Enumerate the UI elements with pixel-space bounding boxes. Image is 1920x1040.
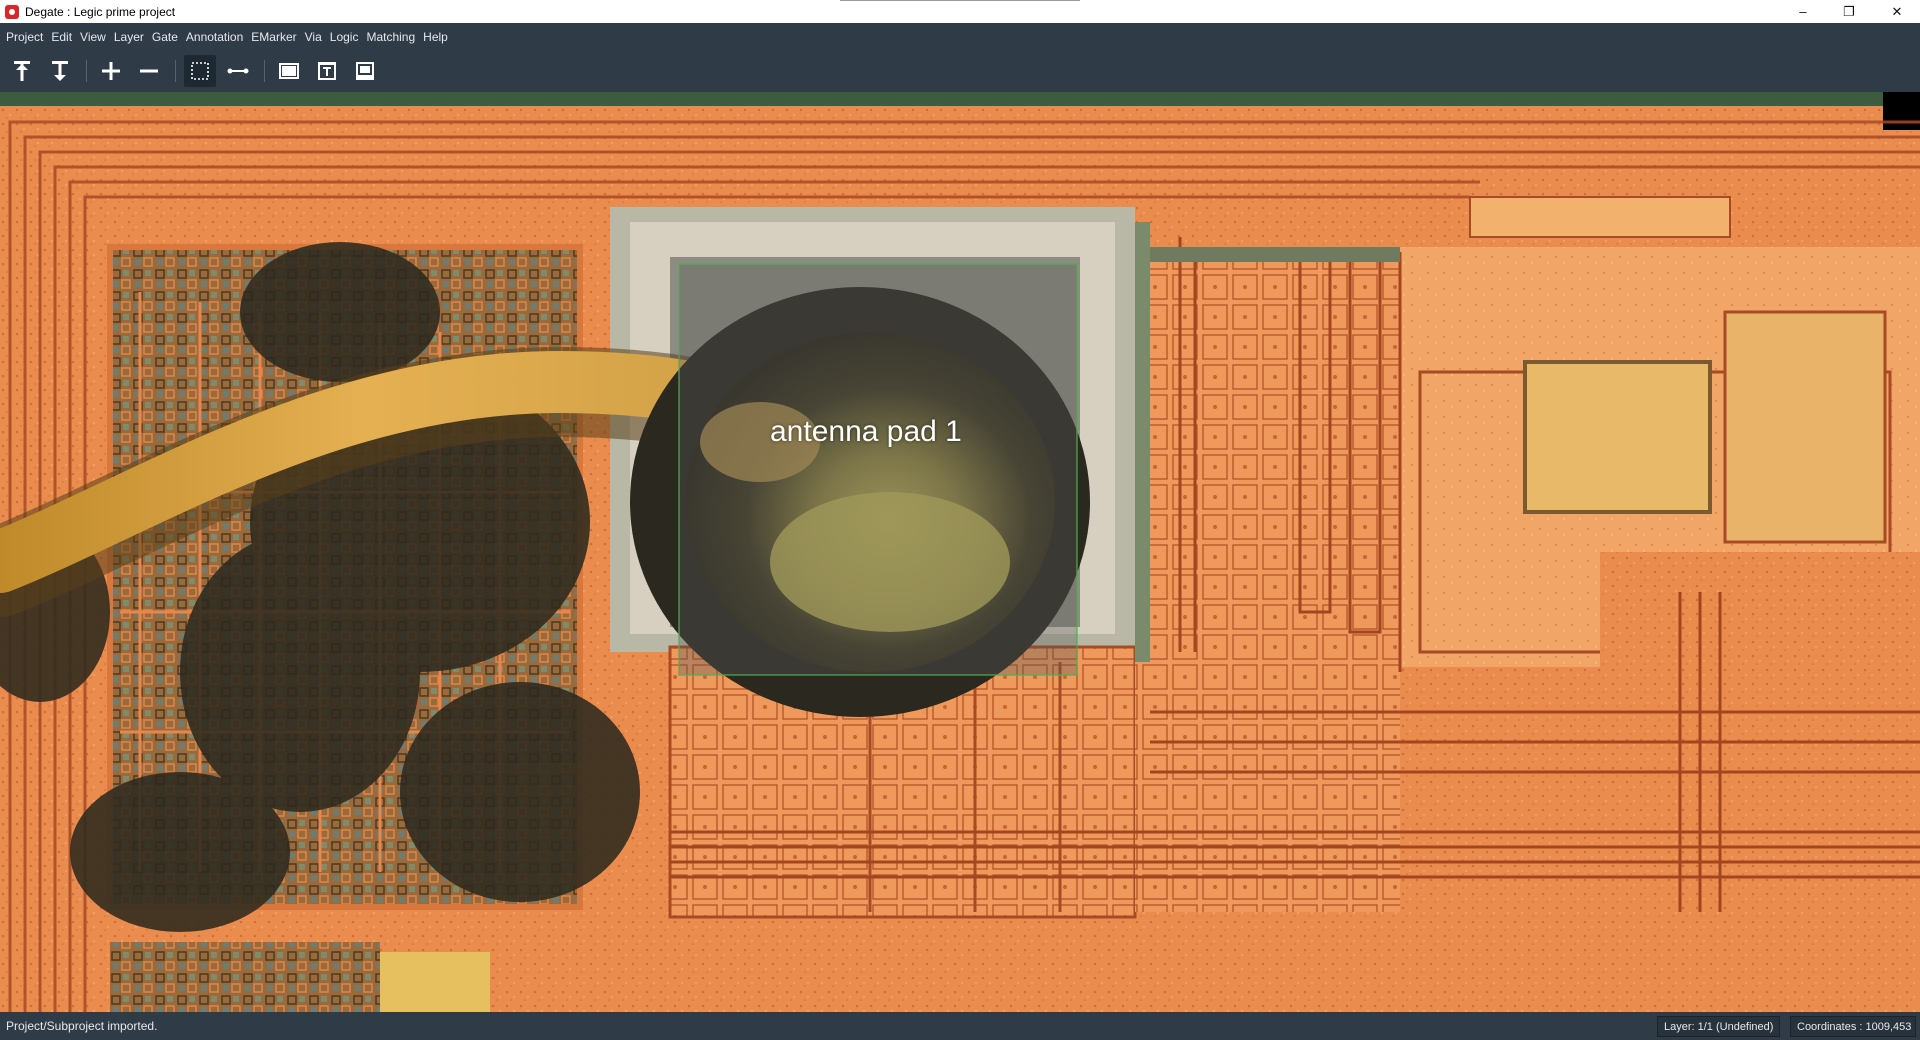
die-image-canvas[interactable]: antenna pad 1 bbox=[0, 92, 1920, 1012]
menu-help[interactable]: Help bbox=[423, 30, 448, 44]
zoom-out-button[interactable] bbox=[133, 55, 165, 87]
window-title: Degate : Legic prime project bbox=[25, 4, 176, 19]
layer-down-icon bbox=[52, 61, 68, 81]
coordinates-readout: Coordinates : 1009,453 bbox=[1790, 1016, 1916, 1037]
menu-annotation[interactable]: Annotation bbox=[186, 30, 243, 44]
annotation-label: antenna pad 1 bbox=[770, 415, 962, 448]
wire-tool-button[interactable] bbox=[222, 55, 254, 87]
menu-edit[interactable]: Edit bbox=[51, 30, 72, 44]
close-button[interactable]: ✕ bbox=[1874, 0, 1920, 23]
toolbar bbox=[0, 50, 1920, 92]
wire-tool-icon bbox=[227, 68, 249, 74]
area-select-icon bbox=[191, 62, 209, 80]
layer-down-button[interactable] bbox=[44, 55, 76, 87]
zoom-in-icon bbox=[102, 62, 120, 80]
layer-up-icon bbox=[14, 61, 30, 81]
minimize-button[interactable]: – bbox=[1780, 0, 1826, 23]
restore-button[interactable]: ❐ bbox=[1826, 0, 1872, 23]
menu-matching[interactable]: Matching bbox=[366, 30, 415, 44]
menu-bar: Project Edit View Layer Gate Annotation … bbox=[0, 23, 1920, 50]
workspace-button[interactable] bbox=[273, 55, 305, 87]
area-select-button[interactable] bbox=[184, 55, 216, 87]
title-bar: Degate : Legic prime project – ❐ ✕ bbox=[0, 0, 1920, 23]
menu-via[interactable]: Via bbox=[305, 30, 322, 44]
zoom-in-button[interactable] bbox=[95, 55, 127, 87]
toolbar-separator bbox=[264, 60, 265, 82]
degate-app-icon bbox=[5, 4, 19, 19]
workspace-icon bbox=[279, 63, 299, 79]
status-message: Project/Subproject imported. bbox=[6, 1019, 158, 1033]
gate-template-button[interactable] bbox=[311, 55, 343, 87]
menu-project[interactable]: Project bbox=[6, 30, 43, 44]
title-drag-indicator bbox=[840, 0, 1080, 1]
toolbar-separator bbox=[86, 60, 87, 82]
die-image bbox=[0, 92, 1920, 1012]
menu-layer[interactable]: Layer bbox=[114, 30, 144, 44]
toolbar-separator bbox=[175, 60, 176, 82]
gate-template-icon bbox=[318, 62, 336, 80]
menu-emarker[interactable]: EMarker bbox=[251, 30, 296, 44]
gate-library-icon bbox=[356, 62, 374, 80]
menu-view[interactable]: View bbox=[80, 30, 106, 44]
layer-indicator: Layer: 1/1 (Undefined) bbox=[1657, 1016, 1780, 1037]
layer-up-button[interactable] bbox=[6, 55, 38, 87]
gate-library-button[interactable] bbox=[349, 55, 381, 87]
annotation-region[interactable] bbox=[678, 263, 1078, 676]
zoom-out-icon bbox=[140, 69, 158, 73]
menu-logic[interactable]: Logic bbox=[330, 30, 359, 44]
status-bar: Project/Subproject imported. Layer: 1/1 … bbox=[0, 1012, 1920, 1040]
menu-gate[interactable]: Gate bbox=[152, 30, 178, 44]
